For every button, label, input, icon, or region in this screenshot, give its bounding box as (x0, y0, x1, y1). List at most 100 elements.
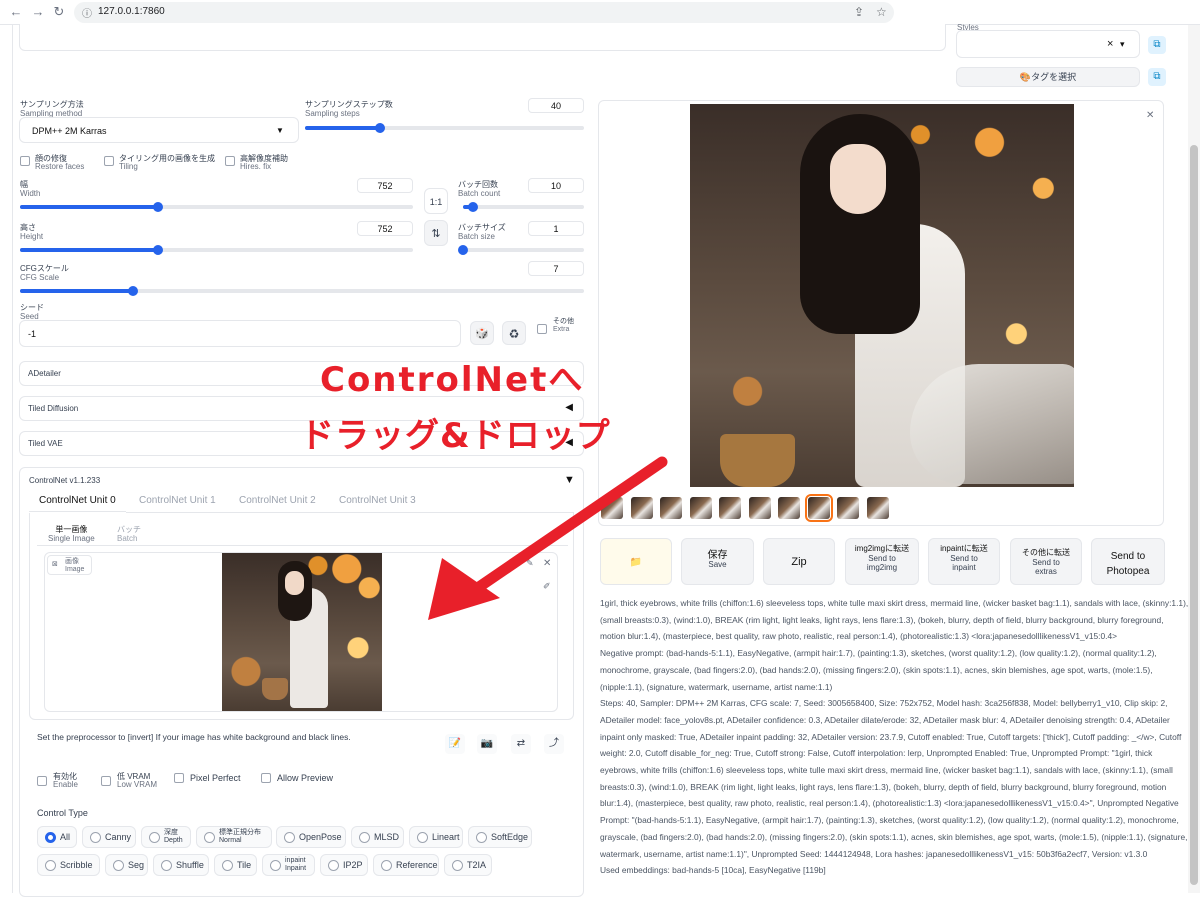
control-type-openpose[interactable]: OpenPose (276, 826, 346, 848)
seed-input[interactable]: -1 (19, 320, 461, 347)
batch-size-input[interactable]: 1 (528, 221, 584, 236)
webcam-icon[interactable]: 📷 (477, 734, 497, 754)
height-knob[interactable] (152, 245, 163, 255)
tab-controlnet-unit-0[interactable]: ControlNet Unit 0 (39, 495, 116, 506)
seed-value: -1 (28, 329, 37, 339)
enable-checkbox[interactable] (37, 776, 47, 786)
control-type-t2ia[interactable]: T2IA (444, 854, 492, 876)
extra-checkbox[interactable] (537, 324, 547, 334)
sampling-method-select[interactable]: DPM++ 2M Karras ▼ (19, 117, 299, 143)
batch-size-slider[interactable] (458, 245, 584, 255)
send-to-img2img-button[interactable]: img2imgに転送 Send to img2img (845, 538, 919, 585)
bookmark-star-icon[interactable]: ☆ (876, 5, 887, 19)
control-type-ip2p[interactable]: IP2P (320, 854, 368, 876)
send-to-inpaint-button[interactable]: inpaintに転送 Send to inpaint (928, 538, 1000, 585)
browser-toolbar: ← → ↻ ⓘ 127.0.0.1:7860 ⇪ ☆ (0, 0, 1200, 25)
save-button[interactable]: 保存 Save (681, 538, 754, 585)
tab-controlnet-unit-1[interactable]: ControlNet Unit 1 (139, 495, 216, 506)
gallery-thumbnail[interactable] (689, 497, 712, 519)
send-to-photopea-button[interactable]: Send to Photopea (1091, 538, 1165, 585)
controlnet-title: ControlNet v1.1.233 (29, 476, 101, 485)
control-type-lineart[interactable]: Lineart (409, 826, 463, 848)
preprocessor-hint: Set the preprocessor to [invert] If your… (37, 732, 351, 742)
scrollbar-thumb[interactable] (1190, 145, 1198, 885)
tiling-checkbox[interactable] (104, 156, 114, 166)
allow-preview-checkbox[interactable] (261, 773, 271, 783)
gallery-thumbnail[interactable] (866, 497, 889, 519)
send-dimensions-icon[interactable]: ⤴ (544, 734, 564, 754)
mirror-icon[interactable]: ⇄ (511, 734, 531, 754)
dropdown-caret-icon: ▼ (276, 126, 284, 135)
cfg-knob[interactable] (127, 286, 138, 296)
control-type-depth[interactable]: 深度 Depth (141, 826, 191, 848)
swap-dimensions-icon[interactable]: ⇅ (424, 220, 448, 246)
gallery-thumbnail[interactable] (719, 497, 741, 519)
reload-icon[interactable]: ↻ (51, 4, 67, 20)
pixel-perfect-checkbox[interactable] (174, 773, 184, 783)
tiled-vae-title: Tiled VAE (28, 439, 63, 448)
refresh-icon[interactable]: ⧉ (1148, 68, 1166, 86)
control-type-all[interactable]: All (37, 826, 77, 848)
clear-icon[interactable]: × (1107, 38, 1113, 50)
gallery-thumbnail[interactable] (748, 497, 771, 519)
gallery-thumbnail[interactable] (804, 494, 833, 522)
control-type-seg[interactable]: Seg (105, 854, 148, 876)
send-to-extras-button[interactable]: その他に転送 Send to extras (1010, 538, 1082, 585)
height-slider[interactable] (20, 245, 413, 255)
tiling-label: タイリング用の画像を生成 Tiling (119, 154, 215, 171)
forward-icon[interactable]: → (30, 4, 46, 19)
random-seed-icon[interactable]: 🎲 (470, 321, 494, 345)
back-icon[interactable]: ← (8, 4, 24, 19)
styles-dropdown[interactable]: × ▾ (956, 30, 1140, 58)
control-type-normal[interactable]: 標準正規分布 Normal (196, 826, 272, 848)
batch-size-knob[interactable] (458, 245, 468, 255)
generated-image[interactable] (690, 104, 1074, 487)
low-vram-label: 低 VRAM Low VRAM (117, 772, 158, 789)
zip-button[interactable]: Zip (763, 538, 835, 585)
control-type-canny[interactable]: Canny (82, 826, 136, 848)
control-type-inpaint[interactable]: inpaint Inpaint (262, 854, 315, 876)
image-label: ⊠ 画像 Image (47, 555, 92, 575)
tiled-diffusion-title: Tiled Diffusion (28, 404, 79, 413)
tag-select-button[interactable]: 🎨タグを選択 (956, 67, 1140, 87)
controlnet-input-image[interactable] (222, 553, 382, 711)
address-bar[interactable]: ⓘ 127.0.0.1:7860 ⇪ ☆ (74, 2, 894, 23)
gallery-thumbnail[interactable] (837, 497, 859, 519)
sampling-steps-input[interactable]: 40 (528, 98, 584, 113)
height-input[interactable]: 752 (357, 221, 413, 236)
restore-faces-checkbox[interactable] (20, 156, 30, 166)
apply-style-icon[interactable]: ⧉ (1148, 36, 1166, 54)
info-icon[interactable]: ⓘ (82, 5, 92, 20)
width-slider[interactable] (20, 202, 413, 212)
sampling-steps-slider[interactable] (305, 123, 584, 133)
share-icon[interactable]: ⇪ (854, 5, 864, 19)
control-type-scribble[interactable]: Scribble (37, 854, 100, 876)
batch-count-knob[interactable] (467, 202, 478, 212)
low-vram-checkbox[interactable] (101, 776, 111, 786)
control-type-softedge[interactable]: SoftEdge (468, 826, 532, 848)
control-type-shuffle[interactable]: Shuffle (153, 854, 209, 876)
cfg-input[interactable]: 7 (528, 261, 584, 276)
hires-fix-checkbox[interactable] (225, 156, 235, 166)
width-knob[interactable] (152, 202, 163, 212)
sampling-steps-knob[interactable] (375, 123, 386, 133)
subtab-batch[interactable]: バッチ Batch (117, 525, 141, 543)
new-canvas-icon[interactable]: 📝 (445, 734, 465, 754)
subtab-single-image[interactable]: 単一画像 Single Image (48, 525, 95, 543)
control-type-tile[interactable]: Tile (214, 854, 257, 876)
tab-controlnet-unit-2[interactable]: ControlNet Unit 2 (239, 495, 316, 506)
chevron-down-icon[interactable]: ▾ (1120, 39, 1125, 50)
control-type-mlsd[interactable]: MLSD (351, 826, 404, 848)
reuse-seed-icon[interactable]: ♻ (502, 321, 526, 345)
prompt-textarea[interactable] (19, 24, 946, 51)
batch-count-input[interactable]: 10 (528, 178, 584, 193)
gallery-thumbnail[interactable] (778, 497, 800, 519)
control-type-reference[interactable]: Reference (373, 854, 439, 876)
seed-label: シード Seed (20, 303, 44, 321)
tab-controlnet-unit-3[interactable]: ControlNet Unit 3 (339, 495, 416, 506)
aspect-ratio-button[interactable]: 1:1 (424, 188, 448, 214)
cfg-slider[interactable] (20, 286, 584, 296)
width-input[interactable]: 752 (357, 178, 413, 193)
batch-count-slider[interactable] (463, 202, 584, 212)
close-preview-icon[interactable]: ✕ (1146, 110, 1154, 121)
